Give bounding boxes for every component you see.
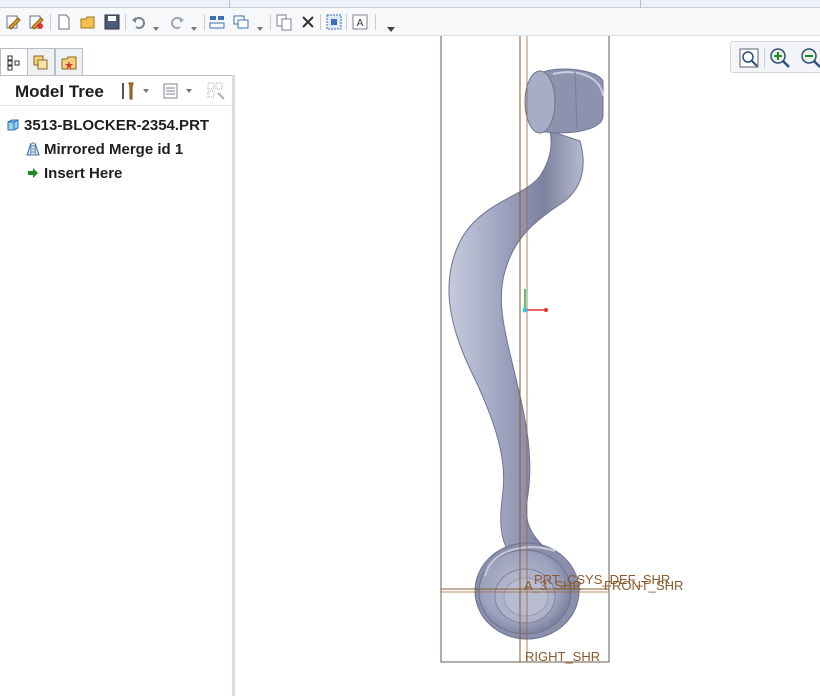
model-tree-panel: Model Tree 3513-BLOCKER-2354.PRT Mirrore… xyxy=(0,75,234,696)
ribbon-edge xyxy=(0,0,820,8)
tree-item-part[interactable]: 3513-BLOCKER-2354.PRT xyxy=(5,114,209,136)
refit-icon[interactable] xyxy=(737,46,761,70)
switch-window-dropdown-icon[interactable] xyxy=(256,18,264,31)
graphics-window[interactable]: PRT_CSYS_DEF_SHR A_3_SHR FRONT_SHR RIGHT… xyxy=(235,36,820,696)
settings-dropdown-icon[interactable] xyxy=(140,81,152,101)
regenerate-icon[interactable] xyxy=(3,12,23,32)
favorites-folder-icon xyxy=(61,56,77,69)
top-datum-label[interactable]: A_3_SHR xyxy=(524,578,582,593)
select-box-icon[interactable] xyxy=(324,12,344,32)
windows-icon[interactable] xyxy=(207,12,227,32)
tree-item-label: Insert Here xyxy=(44,164,123,182)
redo-icon[interactable] xyxy=(167,12,187,32)
show-dropdown-icon[interactable] xyxy=(183,81,195,101)
quick-access-toolbar: A xyxy=(0,8,820,36)
zoom-out-icon[interactable] xyxy=(799,46,820,70)
mirror-merge-icon xyxy=(25,141,41,157)
view-toolbar xyxy=(730,41,820,73)
right-datum-label[interactable]: RIGHT_SHR xyxy=(525,649,600,664)
annotation-icon[interactable]: A xyxy=(350,12,370,32)
switch-window-icon[interactable] xyxy=(231,12,251,32)
tree-item-label: 3513-BLOCKER-2354.PRT xyxy=(24,116,210,134)
model-tree-tab[interactable] xyxy=(0,48,28,76)
layers-tab[interactable] xyxy=(27,48,55,76)
undo-icon[interactable] xyxy=(129,12,149,32)
tree-item-mirrored-merge[interactable]: Mirrored Merge id 1 xyxy=(25,138,183,160)
tree-item-insert-here[interactable]: Insert Here xyxy=(25,162,122,184)
tree-icon xyxy=(7,55,20,70)
model-tree-header: Model Tree xyxy=(0,76,232,106)
customize-dropdown-icon[interactable] xyxy=(386,18,395,32)
undo-dropdown-icon[interactable] xyxy=(152,18,160,31)
part-icon xyxy=(5,117,21,133)
zoom-in-icon[interactable] xyxy=(768,46,792,70)
redo-dropdown-icon[interactable] xyxy=(190,18,198,31)
layers-icon xyxy=(33,55,48,69)
model-tree-title: Model Tree xyxy=(15,82,104,101)
open-icon[interactable] xyxy=(78,12,98,32)
front-datum-label[interactable]: FRONT_SHR xyxy=(604,578,683,593)
model-canvas[interactable] xyxy=(235,36,820,696)
close-window-icon[interactable] xyxy=(298,12,318,32)
copy-icon[interactable] xyxy=(274,12,294,32)
insert-arrow-icon xyxy=(25,165,41,181)
top-boss xyxy=(524,68,604,134)
show-list-icon[interactable] xyxy=(161,81,181,101)
navigator-tabs xyxy=(0,44,234,76)
tree-filter-icon[interactable] xyxy=(206,81,226,101)
favorites-tab[interactable] xyxy=(55,48,83,76)
save-icon[interactable] xyxy=(102,12,122,32)
csys-glyph xyxy=(522,289,548,313)
new-icon[interactable] xyxy=(54,12,74,32)
svg-text:A: A xyxy=(357,18,364,29)
settings-tools-icon[interactable] xyxy=(118,81,138,101)
regenerate-manager-icon[interactable] xyxy=(26,12,46,32)
tree-item-label: Mirrored Merge id 1 xyxy=(44,140,184,158)
lever-arm-body xyxy=(448,130,584,562)
creo-window: A Model Tree 3513-BLOCKER-2354.PRT Mirro… xyxy=(0,0,820,696)
